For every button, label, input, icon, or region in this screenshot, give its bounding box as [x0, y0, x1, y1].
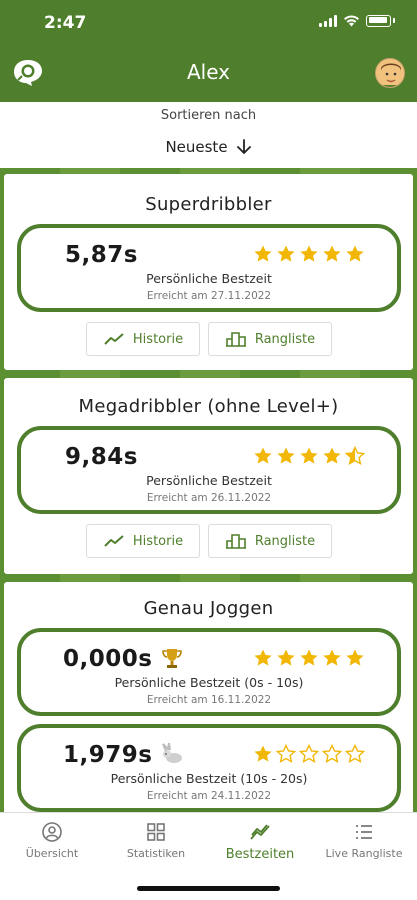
trophy-icon — [162, 649, 182, 668]
app-header: 2:47 Alex — [0, 0, 417, 102]
record-label: Persönliche Bestzeit (0s - 10s) — [114, 675, 304, 690]
status-icons — [319, 14, 395, 27]
tab-label: Statistiken — [126, 847, 186, 860]
record-card[interactable]: 9,84s Persönliche Bestzeit Erreicht am 2… — [17, 426, 401, 514]
star-filled-icon — [277, 649, 295, 666]
record-time: 1,979s — [63, 742, 153, 768]
star-empty-icon — [322, 744, 342, 763]
star-rating — [253, 446, 365, 466]
arrow-down-icon — [236, 139, 251, 154]
record-card[interactable]: 1,979s Persönliche Bestzeit (10s - 20s) … — [17, 724, 401, 812]
ranking-label: Rangliste — [254, 331, 316, 347]
star-filled-icon — [300, 245, 318, 262]
exercise-title: Megadribbler (ohne Level+) — [78, 396, 339, 417]
record-label: Persönliche Bestzeit — [146, 473, 272, 488]
records-list[interactable]: Superdribbler 5,87s Persönliche Bestzeit… — [0, 168, 417, 812]
record-date: Erreicht am 24.11.2022 — [146, 790, 272, 802]
grid-icon — [147, 823, 165, 841]
star-empty-icon — [345, 744, 365, 763]
record-date: Erreicht am 16.11.2022 — [146, 694, 272, 706]
home-indicator — [137, 886, 280, 891]
record-card[interactable]: 5,87s Persönliche Bestzeit Erreicht am 2… — [17, 224, 401, 312]
trend-icon — [104, 333, 124, 345]
star-rating — [253, 648, 365, 668]
tab-live-ranking[interactable]: Live Rangliste — [312, 821, 416, 860]
user-circle-icon — [42, 822, 62, 842]
star-filled-icon — [323, 447, 341, 464]
wifi-icon — [344, 15, 359, 27]
tab-overview[interactable]: Übersicht — [0, 821, 104, 860]
star-empty-icon — [299, 744, 319, 763]
sort-label: Sortieren nach — [160, 108, 257, 123]
star-filled-icon — [346, 245, 364, 262]
rabbit-icon — [162, 742, 182, 763]
history-label: Historie — [132, 331, 184, 347]
star-filled-icon — [254, 649, 272, 666]
record-date: Erreicht am 27.11.2022 — [146, 290, 272, 302]
exercise-card: Superdribbler 5,87s Persönliche Bestzeit… — [4, 174, 413, 370]
record-label: Persönliche Bestzeit — [146, 271, 272, 286]
sort-value: Neueste — [165, 138, 228, 156]
record-time-wrap: 1,979s — [63, 742, 185, 768]
record-time: 0,000s — [63, 646, 153, 672]
record-label: Persönliche Bestzeit (10s - 20s) — [110, 771, 308, 786]
tab-statistics[interactable]: Statistiken — [104, 821, 208, 860]
trend-icon — [104, 535, 124, 547]
star-filled-icon — [254, 447, 272, 464]
tab-best-times[interactable]: Bestzeiten — [208, 821, 312, 862]
avatar[interactable] — [375, 58, 405, 88]
sort-selector[interactable]: Neueste — [0, 138, 417, 156]
history-label: Historie — [132, 533, 184, 549]
battery-icon — [366, 14, 391, 27]
ranking-button[interactable]: Rangliste — [208, 524, 332, 558]
trend-icon — [250, 824, 270, 840]
star-filled-icon — [300, 447, 318, 464]
star-filled-icon — [346, 649, 364, 666]
signal-icon — [319, 14, 337, 27]
star-filled-icon — [254, 745, 272, 762]
star-filled-icon — [254, 245, 272, 262]
star-rating — [253, 244, 365, 264]
exercise-card: Genau Joggen 0,000s Persönliche Bestzeit… — [4, 582, 413, 812]
star-empty-icon — [276, 744, 296, 763]
tab-label: Bestzeiten — [225, 847, 295, 862]
record-time-wrap: 0,000s — [63, 646, 183, 672]
list-icon — [356, 825, 372, 839]
history-button[interactable]: Historie — [86, 524, 200, 558]
battery-cap — [393, 18, 395, 23]
star-filled-icon — [277, 447, 295, 464]
history-button[interactable]: Historie — [86, 322, 200, 356]
ranking-label: Rangliste — [254, 533, 316, 549]
ranking-button[interactable]: Rangliste — [208, 322, 332, 356]
tab-label: Live Rangliste — [325, 847, 403, 860]
podium-icon — [225, 534, 246, 549]
record-card[interactable]: 0,000s Persönliche Bestzeit (0s - 10s) E… — [17, 628, 401, 716]
exercise-title: Genau Joggen — [143, 598, 274, 619]
star-filled-icon — [300, 649, 318, 666]
star-half-icon — [345, 446, 365, 465]
record-date: Erreicht am 26.11.2022 — [146, 492, 272, 504]
star-filled-icon — [323, 245, 341, 262]
tab-label: Übersicht — [25, 847, 79, 860]
page-title: Alex — [186, 60, 231, 84]
star-filled-icon — [277, 245, 295, 262]
exercise-title: Superdribbler — [145, 194, 272, 215]
star-rating — [253, 744, 365, 764]
podium-icon — [225, 332, 246, 347]
record-time: 9,84s — [65, 444, 138, 470]
star-filled-icon — [323, 649, 341, 666]
status-time: 2:47 — [44, 13, 87, 33]
record-time: 5,87s — [65, 242, 138, 268]
exercise-card: Megadribbler (ohne Level+) 9,84s Persönl… — [4, 378, 413, 574]
